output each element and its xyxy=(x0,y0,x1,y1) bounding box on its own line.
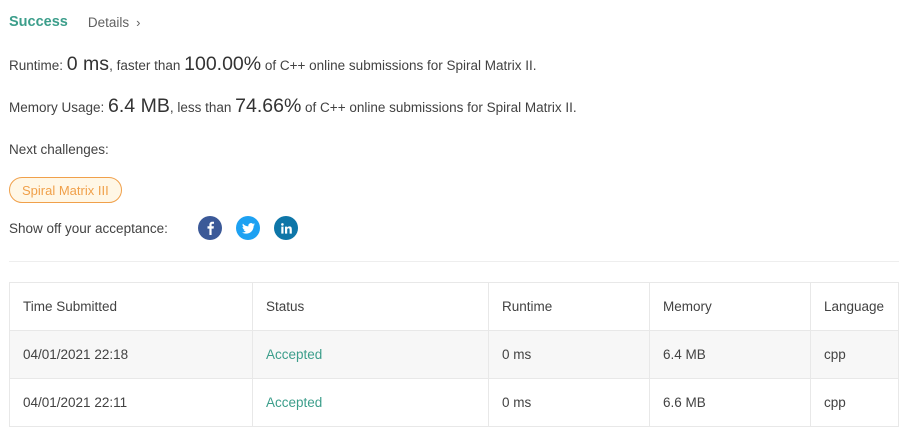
time-cell: 04/01/2021 22:11 xyxy=(9,378,253,427)
accepted-link[interactable]: Accepted xyxy=(266,347,322,362)
memory-percent: 74.66% xyxy=(235,95,302,117)
runtime-faster-text: , faster than xyxy=(109,58,181,73)
status-cell: Accepted xyxy=(252,378,489,427)
runtime-percent: 100.00% xyxy=(184,53,262,75)
column-header-runtime[interactable]: Runtime xyxy=(488,282,650,331)
challenge-tag-spiral-matrix-iii[interactable]: Spiral Matrix III xyxy=(9,177,122,203)
column-header-status[interactable]: Status xyxy=(252,282,489,331)
share-label: Show off your acceptance: xyxy=(9,220,168,236)
result-header: Success Details › xyxy=(9,12,140,32)
time-cell: 04/01/2021 22:18 xyxy=(9,330,253,379)
facebook-icon[interactable] xyxy=(198,216,222,240)
memory-value: 6.4 MB xyxy=(108,95,170,117)
language-cell: cpp xyxy=(810,378,899,427)
memory-stat: Memory Usage: 6.4 MB, less than 74.66% o… xyxy=(9,95,577,118)
runtime-cell: 0 ms xyxy=(488,330,650,379)
language-cell: cpp xyxy=(810,330,899,379)
submissions-table: Time Submitted Status Runtime Memory Lan… xyxy=(9,282,899,427)
runtime-label: Runtime: xyxy=(9,58,64,73)
details-link[interactable]: Details › xyxy=(88,15,141,30)
status-cell: Accepted xyxy=(252,330,489,379)
runtime-value: 0 ms xyxy=(66,53,110,75)
column-header-language[interactable]: Language xyxy=(810,282,899,331)
memory-label: Memory Usage: xyxy=(9,100,105,115)
runtime-stat: Runtime: 0 ms, faster than 100.00% of C+… xyxy=(9,53,536,76)
table-header-row: Time Submitted Status Runtime Memory Lan… xyxy=(9,282,899,331)
table-row: 04/01/2021 22:18 Accepted 0 ms 6.4 MB cp… xyxy=(9,330,899,379)
memory-cell: 6.6 MB xyxy=(649,378,811,427)
success-status: Success xyxy=(9,14,68,30)
accepted-link[interactable]: Accepted xyxy=(266,395,322,410)
linkedin-icon[interactable] xyxy=(274,216,298,240)
column-header-memory[interactable]: Memory xyxy=(649,282,811,331)
runtime-cell: 0 ms xyxy=(488,378,650,427)
memory-tail: of C++ online submissions for Spiral Mat… xyxy=(305,100,577,115)
twitter-icon[interactable] xyxy=(236,216,260,240)
table-row: 04/01/2021 22:11 Accepted 0 ms 6.6 MB cp… xyxy=(9,378,899,427)
details-label: Details xyxy=(87,14,130,30)
memory-cell: 6.4 MB xyxy=(649,330,811,379)
memory-less-text: , less than xyxy=(169,100,232,115)
column-header-time[interactable]: Time Submitted xyxy=(9,282,253,331)
section-divider xyxy=(9,261,899,262)
runtime-tail: of C++ online submissions for Spiral Mat… xyxy=(264,58,537,73)
next-challenges-label: Next challenges: xyxy=(9,142,109,157)
chevron-right-icon: › xyxy=(136,14,141,30)
